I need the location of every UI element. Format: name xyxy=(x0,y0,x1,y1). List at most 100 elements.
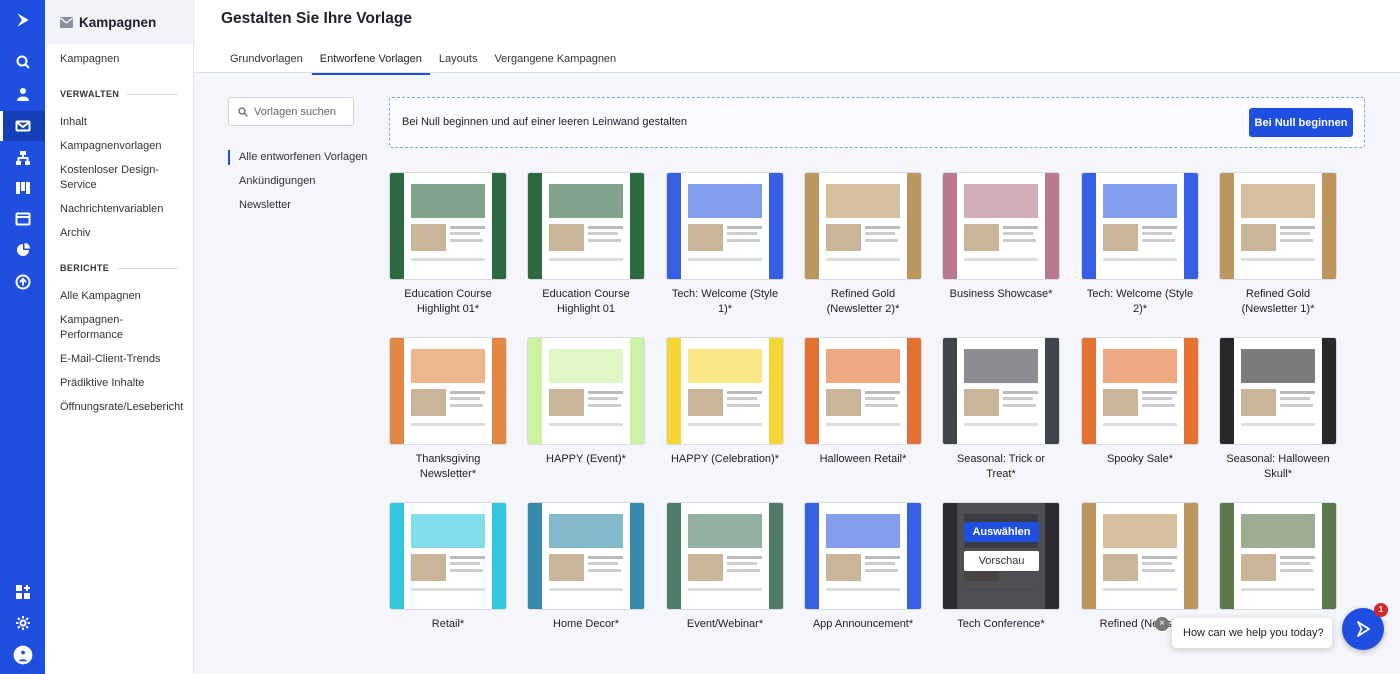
template-name: Seasonal: Halloween Skull* xyxy=(1226,453,1330,480)
template-thumbnail[interactable]: Auswählen Vorschau xyxy=(942,502,1060,610)
nav-item-alle-kampagnen[interactable]: Alle Kampagnen xyxy=(45,289,193,304)
template-thumbnail[interactable] xyxy=(666,502,784,610)
kanban-icon[interactable] xyxy=(0,173,45,203)
mail-icon[interactable] xyxy=(0,111,45,141)
tab-entworfene-vorlagen[interactable]: Entworfene Vorlagen xyxy=(311,50,430,75)
pie-chart-icon[interactable] xyxy=(0,235,45,265)
template-thumbnail[interactable] xyxy=(389,172,507,280)
icon-rail xyxy=(0,0,45,674)
template-card[interactable]: HAPPY (Celebration)* xyxy=(666,337,784,467)
template-thumbnail[interactable] xyxy=(1081,337,1199,445)
template-name: Business Showcase* xyxy=(949,288,1053,300)
template-thumbnail[interactable] xyxy=(804,337,922,445)
nav-item-kampagnen-performance[interactable]: Kampagnen-Performance xyxy=(45,313,193,343)
gear-icon[interactable] xyxy=(0,608,45,638)
template-card[interactable]: Refined Gold (Newsletter 1)* xyxy=(1219,172,1337,317)
help-prompt[interactable]: How can we help you today? xyxy=(1172,618,1332,648)
template-thumbnail[interactable] xyxy=(527,337,645,445)
template-name: Event/Webinar* xyxy=(686,618,764,630)
person-icon[interactable] xyxy=(0,79,45,109)
template-thumbnail[interactable] xyxy=(666,337,784,445)
template-name: Thanksgiving Newsletter* xyxy=(415,453,481,480)
tab-vergangene-kampagnen[interactable]: Vergangene Kampagnen xyxy=(486,50,624,75)
tab-bar: Grundvorlagen Entworfene Vorlagen Layout… xyxy=(222,50,625,75)
template-card[interactable]: Event/Webinar* xyxy=(666,502,784,632)
template-card[interactable]: Auswählen Vorschau Tech Conference* xyxy=(942,502,1060,632)
blank-canvas-bar: Bei Null beginnen und auf einer leeren L… xyxy=(389,97,1365,148)
template-card[interactable]: Refined (Newsle xyxy=(1081,502,1199,632)
nav-item-oeffnungsrate[interactable]: Öffnungsrate/Lesebericht xyxy=(45,400,193,415)
nav-item-archiv[interactable]: Archiv xyxy=(45,226,193,241)
template-card[interactable] xyxy=(1219,502,1337,610)
template-card[interactable]: Thanksgiving Newsletter* xyxy=(389,337,507,482)
tab-grundvorlagen[interactable]: Grundvorlagen xyxy=(222,50,311,75)
template-thumbnail[interactable] xyxy=(804,172,922,280)
template-card[interactable]: Education Course Highlight 01 xyxy=(527,172,645,317)
user-avatar-icon[interactable] xyxy=(0,640,45,670)
nav-item-design-service[interactable]: Kostenloser Design-Service xyxy=(45,163,193,193)
upload-circle-icon[interactable] xyxy=(0,267,45,297)
template-name: Home Decor* xyxy=(552,618,620,630)
template-card[interactable]: Seasonal: Halloween Skull* xyxy=(1219,337,1337,482)
template-thumbnail[interactable] xyxy=(527,502,645,610)
nav-item-kampagnenvorlagen[interactable]: Kampagnenvorlagen xyxy=(45,139,193,154)
filter-alle-entworfenen[interactable]: Alle entworfenen Vorlagen xyxy=(228,150,367,165)
select-template-button[interactable]: Auswählen xyxy=(964,522,1039,542)
template-name: Retail* xyxy=(431,618,465,630)
template-name: HAPPY (Celebration)* xyxy=(670,453,779,465)
template-thumbnail[interactable] xyxy=(527,172,645,280)
logo-icon[interactable] xyxy=(0,5,45,35)
template-thumbnail[interactable] xyxy=(942,337,1060,445)
template-name: Refined Gold (Newsletter 1)* xyxy=(1241,288,1315,315)
filter-ankuendigungen[interactable]: Ankündigungen xyxy=(228,174,367,189)
envelope-icon xyxy=(60,16,73,28)
browser-icon[interactable] xyxy=(0,204,45,234)
template-card[interactable]: Refined Gold (Newsletter 2)* xyxy=(804,172,922,317)
main-content: Gestalten Sie Ihre Vorlage Grundvorlagen… xyxy=(194,0,1400,674)
template-name: Refined Gold (Newsletter 2)* xyxy=(826,288,900,315)
template-thumbnail[interactable] xyxy=(1081,172,1199,280)
template-thumbnail[interactable] xyxy=(666,172,784,280)
nav-item-inhalt[interactable]: Inhalt xyxy=(45,115,193,130)
sitemap-icon[interactable] xyxy=(0,143,45,173)
nav-item-email-client-trends[interactable]: E-Mail-Client-Trends xyxy=(45,352,193,367)
help-close-icon[interactable]: × xyxy=(1155,617,1169,631)
filter-newsletter[interactable]: Newsletter xyxy=(228,198,367,213)
template-card[interactable]: Education Course Highlight 01* xyxy=(389,172,507,317)
template-thumbnail[interactable] xyxy=(1219,172,1337,280)
template-card[interactable]: App Announcement* xyxy=(804,502,922,632)
template-name: Spooky Sale* xyxy=(1106,453,1174,465)
template-card[interactable]: Seasonal: Trick or Treat* xyxy=(942,337,1060,482)
template-thumbnail[interactable] xyxy=(1219,502,1337,610)
tab-layouts[interactable]: Layouts xyxy=(431,50,486,75)
template-card[interactable]: Spooky Sale* xyxy=(1081,337,1199,467)
template-name: Tech: Welcome (Style 2)* xyxy=(1086,288,1194,315)
template-card[interactable]: Business Showcase* xyxy=(942,172,1060,302)
template-card[interactable]: Halloween Retail* xyxy=(804,337,922,467)
chat-arrow-icon xyxy=(1357,621,1370,637)
template-card[interactable]: Tech: Welcome (Style 2)* xyxy=(1081,172,1199,317)
apps-plus-icon[interactable] xyxy=(0,577,45,607)
start-from-scratch-button[interactable]: Bei Null beginnen xyxy=(1249,108,1353,137)
template-name: Education Course Highlight 01* xyxy=(404,288,492,315)
nav-item-nachrichtenvariablen[interactable]: Nachrichtenvariablen xyxy=(45,202,193,217)
search-input[interactable]: Vorlagen suchen xyxy=(228,97,354,126)
template-thumbnail[interactable] xyxy=(1219,337,1337,445)
search-icon[interactable] xyxy=(0,47,45,77)
template-card[interactable]: Tech: Welcome (Style 1)* xyxy=(666,172,784,317)
template-thumbnail[interactable] xyxy=(942,172,1060,280)
template-thumbnail[interactable] xyxy=(804,502,922,610)
preview-template-button[interactable]: Vorschau xyxy=(964,551,1039,571)
side-navigation: Kampagnen Kampagnen VERWALTEN Inhalt Kam… xyxy=(45,0,194,674)
nav-item-kampagnen[interactable]: Kampagnen xyxy=(45,52,193,67)
template-card[interactable]: HAPPY (Event)* xyxy=(527,337,645,467)
template-card[interactable]: Retail* xyxy=(389,502,507,632)
page-header: Gestalten Sie Ihre Vorlage Grundvorlagen… xyxy=(194,0,1400,75)
template-card[interactable]: Home Decor* xyxy=(527,502,645,632)
nav-header-title: Kampagnen xyxy=(79,14,157,30)
nav-item-praediktive-inhalte[interactable]: Prädiktive Inhalte xyxy=(45,376,193,391)
template-thumbnail[interactable] xyxy=(389,502,507,610)
template-thumbnail[interactable] xyxy=(389,337,507,445)
template-thumbnail[interactable] xyxy=(1081,502,1199,610)
template-name: HAPPY (Event)* xyxy=(546,453,626,465)
